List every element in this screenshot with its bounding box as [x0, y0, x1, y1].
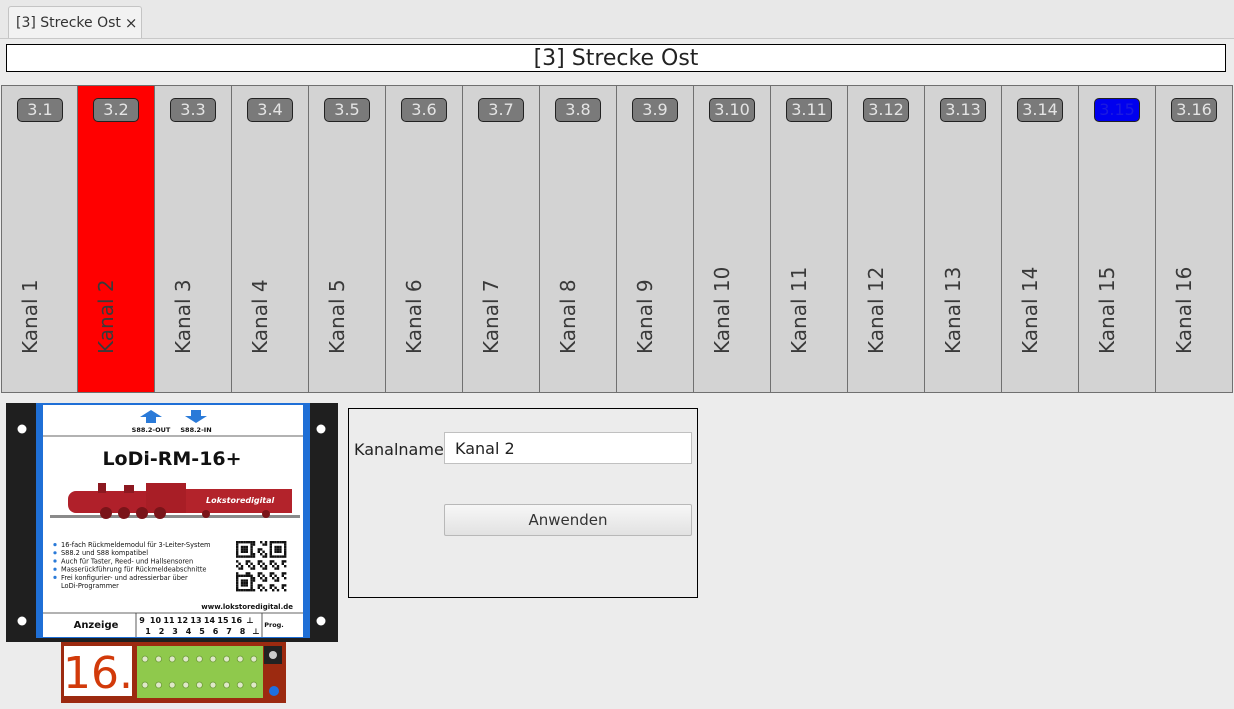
- feature-bullet: [53, 567, 57, 571]
- feature-text: Masserückführung für Rückmeldeabschnitte: [61, 566, 207, 574]
- channel-label: Kanal 10: [710, 266, 734, 354]
- close-icon[interactable]: ×: [125, 14, 138, 32]
- channel-column-16[interactable]: 3.16 Kanal 16: [1156, 85, 1233, 393]
- channel-address-badge: 3.8: [555, 98, 601, 122]
- channel-address-badge: 3.5: [324, 98, 370, 122]
- channel-column-9[interactable]: 3.9 Kanal 9: [617, 85, 694, 393]
- channel-address-badge: 3.2: [93, 98, 139, 122]
- channel-label: Kanal 5: [325, 279, 349, 354]
- channel-label: Kanal 2: [94, 279, 118, 354]
- channel-label: Kanal 12: [864, 266, 888, 354]
- pin-number: 4: [186, 627, 192, 636]
- feature-text: 16-fach Rückmeldemodul für 3-Leiter-Syst…: [61, 541, 210, 549]
- channel-column-7[interactable]: 3.7 Kanal 7: [463, 85, 540, 393]
- pin-number: 8: [240, 627, 246, 636]
- feature-text: S88.2 und S88 kompatibel: [61, 549, 148, 557]
- channel-address-badge: 3.11: [786, 98, 832, 122]
- display-label: Anzeige: [74, 620, 119, 631]
- channel-column-1[interactable]: 3.1 Kanal 1: [1, 85, 78, 393]
- channel-label: Kanal 1: [18, 279, 42, 354]
- channel-column-13[interactable]: 3.13 Kanal 13: [925, 85, 1002, 393]
- feature-bullet: [53, 551, 57, 555]
- feature-text: Frei konfigurier- und adressierbar über: [61, 574, 188, 582]
- prog-label: Prog.: [264, 621, 284, 629]
- channel-label: Kanal 4: [248, 279, 272, 354]
- channel-label: Kanal 3: [171, 279, 195, 354]
- feature-text: LoDi-Programmer: [61, 582, 119, 590]
- channel-column-14[interactable]: 3.14 Kanal 14: [1002, 85, 1079, 393]
- pin-number: 6: [213, 627, 219, 636]
- apply-button[interactable]: Anwenden: [444, 504, 692, 536]
- channel-column-8[interactable]: 3.8 Kanal 8: [540, 85, 617, 393]
- channel-label: Kanal 11: [787, 266, 811, 354]
- channel-address-badge: 3.4: [247, 98, 293, 122]
- pin-number: 15: [217, 616, 229, 625]
- module-panel: [3] Strecke Ost 3.1 Kanal 1 3.2 Kanal 2 3.3 K…: [0, 39, 1234, 709]
- channel-column-11[interactable]: 3.11 Kanal 11: [771, 85, 848, 393]
- device-url: www.lokstoredigital.de: [201, 603, 293, 611]
- pin-number: 10: [150, 616, 162, 625]
- channel-column-12[interactable]: 3.12 Kanal 12: [848, 85, 925, 393]
- channel-label: Kanal 9: [633, 279, 657, 354]
- brand-logo: Lokstoredigital: [206, 496, 275, 505]
- channel-settings-form: Kanalname: Anwenden: [348, 408, 698, 598]
- tab-label: [3] Strecke Ost: [16, 14, 121, 31]
- channel-label: Kanal 8: [556, 279, 580, 354]
- feature-text: Auch für Taster, Reed- und Hallsensoren: [61, 557, 193, 565]
- channel-address-badge: 3.15: [1094, 98, 1140, 122]
- channel-column-2[interactable]: 3.2 Kanal 2: [78, 85, 155, 393]
- channel-address-badge: 3.14: [1017, 98, 1063, 122]
- display-value: 16.: [63, 648, 133, 699]
- pin-number: 12: [177, 616, 188, 625]
- page-title: [3] Strecke Ost: [6, 44, 1226, 72]
- pin-number: 2: [159, 627, 165, 636]
- channel-column-3[interactable]: 3.3 Kanal 3: [155, 85, 232, 393]
- pin-number: 11: [163, 616, 175, 625]
- channel-column-6[interactable]: 3.6 Kanal 6: [386, 85, 463, 393]
- channel-address-badge: 3.9: [632, 98, 678, 122]
- channel-column-15[interactable]: 3.15 Kanal 15: [1079, 85, 1156, 393]
- pin-number: 16: [231, 616, 243, 625]
- channel-address-badge: 3.1: [17, 98, 63, 122]
- channel-column-4[interactable]: 3.4 Kanal 4: [232, 85, 309, 393]
- out-label: S88.2-OUT: [132, 426, 171, 434]
- feature-bullet: [53, 559, 57, 563]
- channel-address-badge: 3.7: [478, 98, 524, 122]
- channel-label: Kanal 13: [941, 266, 965, 354]
- pin-number: 3: [172, 627, 178, 636]
- tab-strecke-ost[interactable]: [3] Strecke Ost ×: [8, 6, 142, 38]
- channel-label: Kanal 14: [1018, 266, 1042, 354]
- channel-list: 3.1 Kanal 1 3.2 Kanal 2 3.3 Kanal 3 3.4 Kanal 4…: [1, 85, 1233, 393]
- feature-bullet: [53, 575, 57, 579]
- pin-number: 5: [199, 627, 205, 636]
- pin-number: 7: [226, 627, 232, 636]
- pin-number: 9: [139, 616, 145, 625]
- in-label: S88.2-IN: [180, 426, 211, 434]
- channel-name-label: Kanalname:: [354, 440, 450, 459]
- feature-bullet: [53, 543, 57, 547]
- channel-label: Kanal 16: [1172, 266, 1196, 354]
- channel-address-badge: 3.16: [1171, 98, 1217, 122]
- pin-number: 13: [190, 616, 201, 625]
- channel-address-badge: 3.12: [863, 98, 909, 122]
- pin-number: ⊥: [252, 627, 259, 636]
- pin-number: 14: [204, 616, 216, 625]
- channel-address-badge: 3.10: [709, 98, 755, 122]
- channel-name-input[interactable]: [444, 432, 692, 464]
- channel-column-10[interactable]: 3.10 Kanal 10: [694, 85, 771, 393]
- channel-address-badge: 3.6: [401, 98, 447, 122]
- pin-number: ⊥: [246, 616, 253, 625]
- device-name: LoDi-RM-16+: [102, 448, 241, 470]
- channel-label: Kanal 7: [479, 279, 503, 354]
- channel-address-badge: 3.13: [940, 98, 986, 122]
- pin-number: 1: [145, 627, 151, 636]
- channel-address-badge: 3.3: [170, 98, 216, 122]
- channel-label: Kanal 15: [1095, 266, 1119, 354]
- channel-label: Kanal 6: [402, 279, 426, 354]
- channel-column-5[interactable]: 3.5 Kanal 5: [309, 85, 386, 393]
- tab-bar: [3] Strecke Ost ×: [0, 0, 1234, 39]
- device-image: S88.2-OUT S88.2-IN LoDi-RM-16+ Lokstored…: [6, 403, 338, 703]
